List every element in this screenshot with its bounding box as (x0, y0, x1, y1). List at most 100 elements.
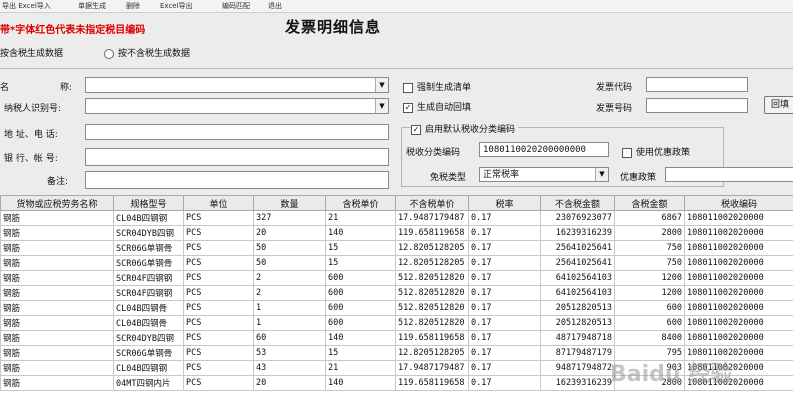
cell-amount-excl[interactable]: 87179487179 (540, 345, 615, 361)
cell-unit[interactable]: PCS (183, 360, 254, 376)
cell-taxcode[interactable]: 108011002020000 (684, 270, 793, 286)
radio-excl-tax[interactable]: 按不含税生成数据 (104, 46, 190, 59)
cell-qty[interactable]: 1 (253, 300, 326, 316)
cell-price-excl[interactable]: 12.8205128205 (395, 240, 469, 256)
cell-rate[interactable]: 0.17 (468, 255, 541, 271)
cell-unit[interactable]: PCS (183, 240, 254, 256)
cell-unit[interactable]: PCS (183, 210, 254, 226)
col-header-rate[interactable]: 税率 (468, 195, 541, 211)
cell-name[interactable]: 钢筋 (0, 330, 114, 346)
cell-price-excl[interactable]: 12.8205128205 (395, 345, 469, 361)
cell-amount-excl[interactable]: 94871794872 (540, 360, 615, 376)
cell-price-incl[interactable]: 140 (325, 225, 396, 241)
cell-qty[interactable]: 2 (253, 285, 326, 301)
address-field[interactable] (85, 124, 389, 140)
col-header-unit[interactable]: 单位 (183, 195, 254, 211)
cell-rate[interactable]: 0.17 (468, 360, 541, 376)
preferential-policy-field[interactable] (665, 167, 793, 182)
force-list-checkbox[interactable]: 强制生成清单 (403, 80, 471, 93)
cell-spec[interactable]: SCR06G单钢骨 (113, 345, 184, 361)
col-header-taxcode[interactable]: 税收编码 (684, 195, 793, 211)
cell-taxcode[interactable]: 108011002020000 (684, 315, 793, 331)
cell-name[interactable]: 钢筋 (0, 285, 114, 301)
cell-price-incl[interactable]: 21 (325, 210, 396, 226)
table-row[interactable]: 钢筋 CL04B四钢骨 PCS 1 600 512.820512820 0.17 205128… (0, 300, 793, 316)
table-row[interactable]: 钢筋 SCR04DYB四钢 PCS 20 140 119.658119658 0.17 162… (0, 225, 793, 241)
cell-spec[interactable]: CL04B四钢钢 (113, 210, 184, 226)
cell-amount-incl[interactable]: 2800 (614, 225, 685, 241)
cell-amount-incl[interactable]: 1200 (614, 270, 685, 286)
bank-field[interactable] (85, 148, 389, 166)
cell-amount-excl[interactable]: 48717948718 (540, 330, 615, 346)
cell-amount-incl[interactable]: 6867 (614, 210, 685, 226)
radio-incl-tax[interactable]: 按含税生成数据 (0, 46, 63, 59)
cell-unit[interactable]: PCS (183, 315, 254, 331)
cell-taxcode[interactable]: 108011002020000 (684, 300, 793, 316)
cell-spec[interactable]: SCR04DYB四钢 (113, 330, 184, 346)
cell-name[interactable]: 钢筋 (0, 300, 114, 316)
cell-rate[interactable]: 0.17 (468, 270, 541, 286)
chevron-down-icon[interactable]: ▼ (375, 99, 388, 113)
cell-amount-excl[interactable]: 23076923077 (540, 210, 615, 226)
cell-amount-excl[interactable]: 20512820513 (540, 300, 615, 316)
cell-rate[interactable]: 0.17 (468, 285, 541, 301)
cell-spec[interactable]: SCR06G单钢骨 (113, 240, 184, 256)
cell-name[interactable]: 钢筋 (0, 225, 114, 241)
table-row[interactable]: 钢筋 SCR06G单钢骨 PCS 50 15 12.8205128205 0.17 25641… (0, 240, 793, 256)
cell-amount-incl[interactable]: 750 (614, 255, 685, 271)
cell-taxcode[interactable]: 108011002020000 (684, 240, 793, 256)
cell-rate[interactable]: 0.17 (468, 345, 541, 361)
radio-excl-tax-dot[interactable] (104, 48, 114, 59)
cell-name[interactable]: 钢筋 (0, 345, 114, 361)
cell-unit[interactable]: PCS (183, 345, 254, 361)
cell-price-incl[interactable]: 600 (325, 300, 396, 316)
table-row[interactable]: 钢筋 CL04B四钢骨 PCS 1 600 512.820512820 0.17 205128… (0, 315, 793, 331)
cell-price-incl[interactable]: 140 (325, 330, 396, 346)
menu-item-import[interactable]: 导出 Excel导入 (2, 0, 51, 12)
cell-amount-incl[interactable]: 1200 (614, 285, 685, 301)
cell-price-incl[interactable]: 600 (325, 270, 396, 286)
table-row[interactable]: 钢筋 SCR04DYB四钢 PCS 60 140 119.658119658 0.17 487… (0, 330, 793, 346)
cell-qty[interactable]: 20 (253, 375, 326, 391)
cell-price-incl[interactable]: 600 (325, 315, 396, 331)
cell-spec[interactable]: SCR04DYB四钢 (113, 225, 184, 241)
cell-price-incl[interactable]: 15 (325, 240, 396, 256)
cell-amount-excl[interactable]: 25641025641 (540, 240, 615, 256)
menu-item-generate[interactable]: 单据生成 (78, 0, 106, 12)
cell-qty[interactable]: 1 (253, 315, 326, 331)
cell-price-excl[interactable]: 12.8205128205 (395, 255, 469, 271)
cell-rate[interactable]: 0.17 (468, 210, 541, 226)
cell-price-incl[interactable]: 21 (325, 360, 396, 376)
cell-spec[interactable]: SCR06G单钢骨 (113, 255, 184, 271)
col-header-name[interactable]: 货物或应税劳务名称 (0, 195, 114, 211)
col-header-amount-excl[interactable]: 不含税金额 (540, 195, 615, 211)
preferential-box[interactable] (622, 147, 632, 158)
preferential-checkbox[interactable]: 使用优惠政策 (622, 145, 690, 158)
cell-unit[interactable]: PCS (183, 225, 254, 241)
menu-item-code-match[interactable]: 编码匹配 (222, 0, 250, 12)
cell-unit[interactable]: PCS (183, 285, 254, 301)
cell-unit[interactable]: PCS (183, 255, 254, 271)
name-combo[interactable]: ▼ (85, 77, 389, 93)
cell-amount-incl[interactable]: 600 (614, 300, 685, 316)
cell-unit[interactable]: PCS (183, 330, 254, 346)
cell-name[interactable]: 钢筋 (0, 375, 114, 391)
enable-default-box[interactable]: ✓ (411, 124, 421, 135)
cell-price-incl[interactable]: 15 (325, 345, 396, 361)
cell-price-excl[interactable]: 17.9487179487 (395, 210, 469, 226)
cell-amount-excl[interactable]: 25641025641 (540, 255, 615, 271)
cell-taxcode[interactable]: 108011002020000 (684, 330, 793, 346)
invoice-code-field[interactable] (646, 77, 748, 92)
cell-unit[interactable]: PCS (183, 300, 254, 316)
cell-price-excl[interactable]: 512.820512820 (395, 285, 469, 301)
force-list-box[interactable] (403, 82, 413, 93)
cell-name[interactable]: 钢筋 (0, 255, 114, 271)
menu-item-exit[interactable]: 退出 (268, 0, 282, 12)
enable-default-checkbox[interactable]: ✓ 启用默认税收分类编码 (411, 122, 519, 135)
cell-spec[interactable]: CL04B四钢骨 (113, 300, 184, 316)
cell-taxcode[interactable]: 108011002020000 (684, 225, 793, 241)
col-header-qty[interactable]: 数量 (253, 195, 326, 211)
cell-spec[interactable]: SCR04F四钢钢 (113, 285, 184, 301)
cell-amount-incl[interactable]: 8400 (614, 330, 685, 346)
table-row[interactable]: 钢筋 SCR06G单钢骨 PCS 50 15 12.8205128205 0.17 25641… (0, 255, 793, 271)
